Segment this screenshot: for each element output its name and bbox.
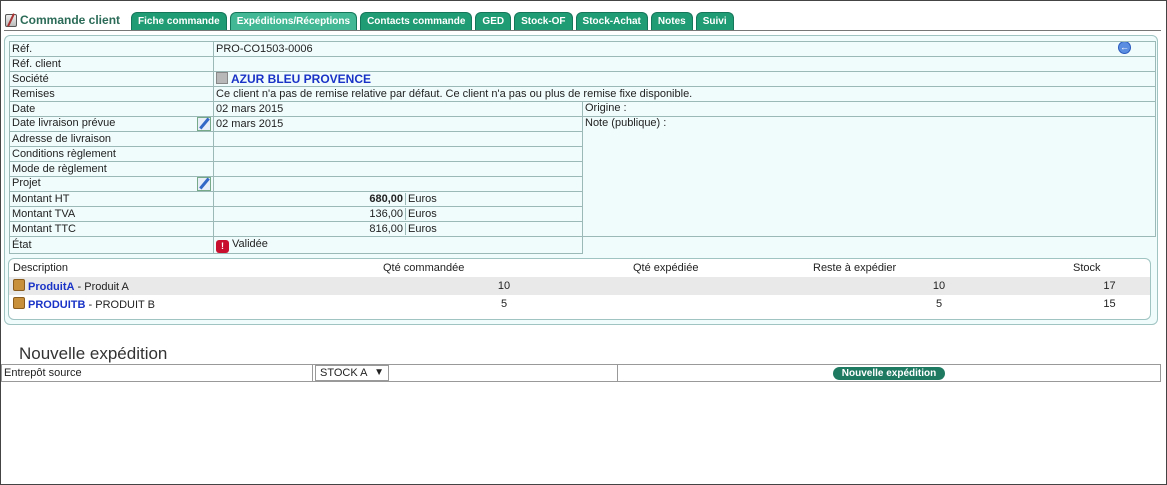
- date-value: 02 mars 2015: [213, 101, 583, 117]
- discounts-label: Remises: [9, 86, 214, 102]
- note-public-label: Note (publique) :: [582, 116, 1156, 237]
- tab-stock-achat[interactable]: Stock-Achat: [575, 12, 648, 30]
- edit-delivery-date-icon[interactable]: [197, 117, 211, 131]
- payment-mode-value: [213, 161, 583, 177]
- product-icon: [13, 279, 25, 291]
- payment-terms-label: Conditions règlement: [9, 146, 214, 162]
- tab-bar: Commande client Fiche commande Expédition…: [5, 10, 1160, 30]
- status-cell: ! Validée: [213, 236, 583, 254]
- col-stock: Stock: [1073, 262, 1101, 274]
- line-qty-shipped: [629, 277, 809, 295]
- module-title-label: Commande client: [20, 13, 121, 27]
- amount-ht-label: Montant HT: [9, 191, 214, 207]
- discounts-value: Ce client n'a pas de remise relative par…: [213, 86, 1156, 102]
- col-description: Description: [13, 262, 69, 274]
- order-lines-table: Description Qté commandée Qté expédiée R…: [9, 259, 1150, 313]
- order-info-table: Réf. PRO-CO1503-0006 Réf. client Société…: [9, 41, 1156, 254]
- status-validated-icon: !: [216, 239, 229, 253]
- warehouse-select[interactable]: STOCK A ▼: [315, 365, 389, 381]
- tab-underline: [4, 30, 1161, 31]
- product-link[interactable]: ProduitA: [28, 281, 74, 293]
- tab-fiche-commande[interactable]: Fiche commande: [131, 12, 227, 30]
- col-remaining: Reste à expédier: [813, 262, 897, 274]
- amount-tva-value: 136,00: [216, 208, 406, 220]
- new-shipment-button-cell: Nouvelle expédition: [617, 364, 1161, 382]
- payment-mode-label: Mode de règlement: [9, 161, 214, 177]
- product-link[interactable]: PRODUITB: [28, 299, 85, 311]
- tab-exp-ditions-r-ceptions[interactable]: Expéditions/Réceptions: [229, 12, 358, 30]
- delivery-address-label: Adresse de livraison: [9, 131, 214, 147]
- col-qty-shipped: Qté expédiée: [633, 262, 699, 274]
- delivery-date-label: Date livraison prévue: [12, 117, 116, 129]
- project-cell: Projet: [9, 176, 214, 192]
- company-link[interactable]: AZUR BLEU PROVENCE: [231, 72, 371, 86]
- status-label: État: [9, 236, 214, 254]
- window-frame: Commande client Fiche commande Expédition…: [0, 0, 1167, 485]
- order-lines-panel: Description Qté commandée Qté expédiée R…: [8, 258, 1151, 320]
- project-value: [213, 176, 583, 192]
- tabs: Fiche commande Expéditions/Réceptions Cont…: [131, 12, 734, 30]
- amount-tva-label: Montant TVA: [9, 206, 214, 222]
- line-remaining: 10: [932, 280, 946, 292]
- new-shipment-button[interactable]: Nouvelle expédition: [832, 366, 946, 380]
- ref-label: Réf.: [9, 41, 214, 57]
- order-icon: [5, 13, 17, 27]
- delivery-date-cell: Date livraison prévue: [9, 116, 214, 132]
- table-row: ProduitA - Produit A 10 10 17: [9, 277, 1150, 295]
- amount-ttc-currency: Euros: [408, 223, 437, 235]
- origin-label: Origine :: [582, 101, 1156, 117]
- line-description: PRODUITB - PRODUIT B: [9, 295, 379, 313]
- project-label: Projet: [12, 177, 41, 189]
- status-value: Validée: [232, 237, 268, 250]
- order-lines-body: ProduitA - Produit A 10 10 17 PRODUITB - PRO…: [9, 277, 1150, 313]
- amount-ttc-value: 816,00: [216, 223, 406, 235]
- warehouse-label: Entrepôt source: [1, 364, 313, 382]
- amount-tva-currency: Euros: [408, 208, 437, 220]
- ref-client-label: Réf. client: [9, 56, 214, 72]
- table-row: PRODUITB - PRODUIT B 5 5 15: [9, 295, 1150, 313]
- amount-ht-currency: Euros: [408, 193, 437, 205]
- company-icon: [216, 72, 228, 84]
- amount-ht-cell: 680,00 Euros: [213, 191, 583, 207]
- line-remaining: 5: [935, 298, 943, 310]
- line-description: ProduitA - Produit A: [9, 277, 379, 295]
- delivery-address-value: [213, 131, 583, 147]
- amount-ht-value: 680,00: [216, 193, 406, 205]
- warehouse-cell: STOCK A ▼: [312, 364, 618, 382]
- new-shipment-table: Entrepôt source STOCK A ▼ Nouvelle expéd…: [1, 364, 1161, 382]
- tab-stock-of[interactable]: Stock-OF: [514, 12, 573, 30]
- amount-ttc-label: Montant TTC: [9, 221, 214, 237]
- company-label: Société: [9, 71, 214, 87]
- tab-notes[interactable]: Notes: [650, 12, 693, 30]
- line-qty-shipped: [629, 295, 809, 313]
- line-stock: 17: [1103, 280, 1116, 292]
- product-label: - PRODUIT B: [85, 299, 155, 311]
- payment-terms-value: [213, 146, 583, 162]
- line-qty-ordered: 5: [500, 298, 508, 310]
- edit-project-icon[interactable]: [197, 177, 211, 191]
- tab-suivi[interactable]: Suivi: [695, 12, 734, 30]
- product-label: - Produit A: [74, 281, 129, 293]
- amount-ttc-cell: 816,00 Euros: [213, 221, 583, 237]
- order-card: ← Réf. PRO-CO1503-0006 Réf. client Socié…: [4, 35, 1158, 325]
- new-shipment-title: Nouvelle expédition: [19, 344, 168, 363]
- chevron-down-icon: ▼: [374, 367, 384, 378]
- company-cell: AZUR BLEU PROVENCE: [213, 71, 1156, 87]
- col-qty-ordered: Qté commandée: [383, 262, 465, 274]
- ref-client-value: [213, 56, 1156, 72]
- module-title: Commande client: [5, 10, 120, 30]
- date-label: Date: [9, 101, 214, 117]
- tab-contacts-commande[interactable]: Contacts commande: [360, 12, 473, 30]
- line-qty-ordered: 10: [497, 280, 511, 292]
- product-icon: [13, 297, 25, 309]
- warehouse-select-value: STOCK A: [320, 367, 368, 379]
- line-stock: 15: [1103, 298, 1116, 310]
- delivery-date-value: 02 mars 2015: [213, 116, 583, 132]
- ref-value: PRO-CO1503-0006: [213, 41, 1156, 57]
- tab-ged[interactable]: GED: [475, 12, 512, 30]
- amount-tva-cell: 136,00 Euros: [213, 206, 583, 222]
